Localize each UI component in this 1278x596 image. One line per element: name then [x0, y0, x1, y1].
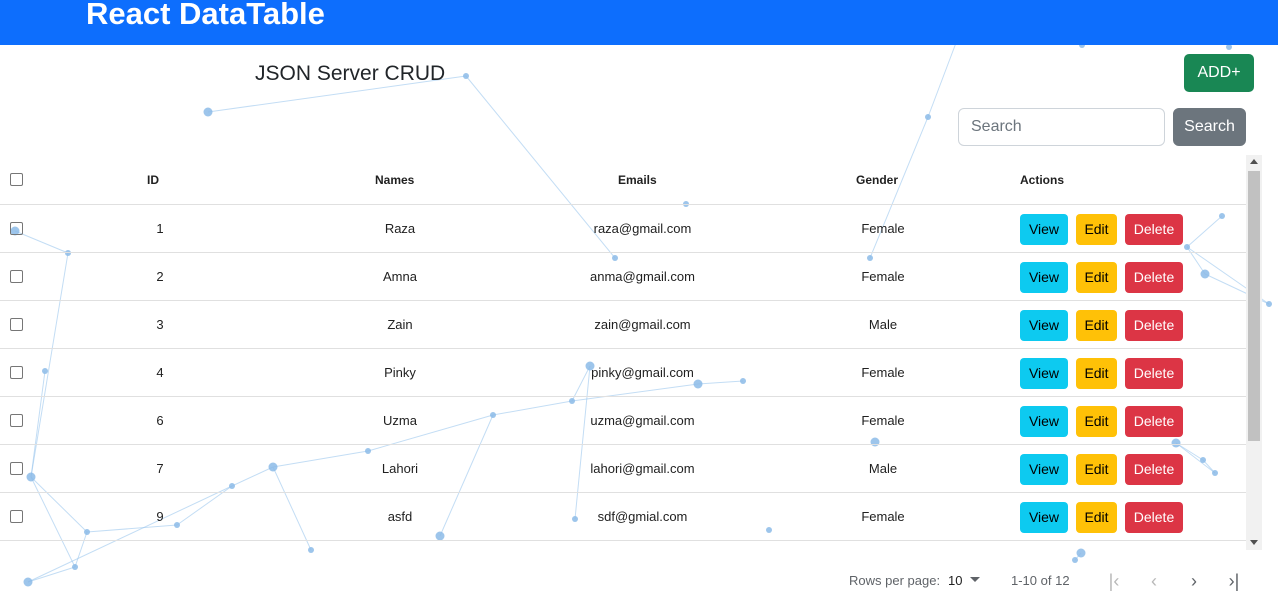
delete-button[interactable]: Delete [1125, 262, 1183, 293]
cell-email: pinky@gmail.com [591, 365, 694, 380]
cell-name: Uzma [383, 413, 417, 428]
scroll-down-icon[interactable] [1250, 540, 1258, 545]
first-page-icon[interactable]: |‹ [1099, 566, 1129, 596]
chevron-right-icon[interactable]: › [1179, 566, 1209, 596]
row-checkbox[interactable] [10, 510, 23, 523]
cell-gender: Female [861, 365, 905, 380]
table-row[interactable]: 6 Uzma uzma@gmail.com Female View Edit Delete [0, 397, 1246, 445]
cell-email: raza@gmail.com [593, 221, 692, 236]
add-button[interactable]: ADD+ [1184, 54, 1254, 92]
edit-button[interactable]: Edit [1076, 310, 1117, 341]
search-button[interactable]: Search [1173, 108, 1246, 146]
caret-down-icon[interactable] [970, 577, 980, 582]
view-button[interactable]: View [1020, 262, 1068, 293]
column-header-names[interactable]: Names [375, 155, 414, 205]
view-button[interactable]: View [1020, 310, 1068, 341]
cell-id: 4 [156, 365, 164, 380]
delete-button[interactable]: Delete [1125, 454, 1183, 485]
row-checkbox[interactable] [10, 414, 23, 427]
cell-email: sdf@gmial.com [597, 509, 688, 524]
delete-button[interactable]: Delete [1125, 214, 1183, 245]
cell-name: Pinky [384, 365, 416, 380]
column-header-emails[interactable]: Emails [618, 155, 657, 205]
particle-dot [1266, 301, 1272, 307]
particle-dot [463, 73, 469, 79]
delete-button[interactable]: Delete [1125, 406, 1183, 437]
cell-gender: Female [861, 413, 905, 428]
edit-button[interactable]: Edit [1076, 358, 1117, 389]
search-input[interactable] [958, 108, 1165, 146]
page-subtitle: JSON Server CRUD [255, 62, 446, 85]
cell-email: lahori@gmail.com [590, 461, 695, 476]
cell-email: anma@gmail.com [590, 269, 695, 284]
delete-button[interactable]: Delete [1125, 502, 1183, 533]
row-checkbox[interactable] [10, 462, 23, 475]
cell-id: 3 [156, 317, 164, 332]
delete-button[interactable]: Delete [1125, 310, 1183, 341]
cell-email: uzma@gmail.com [590, 413, 695, 428]
view-button[interactable]: View [1020, 406, 1068, 437]
row-checkbox[interactable] [10, 222, 23, 235]
view-button[interactable]: View [1020, 502, 1068, 533]
view-button[interactable]: View [1020, 358, 1068, 389]
table-header-row: ID Names Emails Gender Actions [0, 155, 1246, 205]
view-button[interactable]: View [1020, 454, 1068, 485]
particle-dot [925, 114, 931, 120]
cell-id: 9 [156, 509, 164, 524]
cell-id: 7 [156, 461, 164, 476]
app-header: React DataTable [0, 0, 1278, 45]
cell-gender: Female [861, 509, 905, 524]
column-header-actions: Actions [1020, 173, 1065, 187]
table-row[interactable]: 2 Amna anma@gmail.com Female View Edit Delete [0, 253, 1246, 301]
row-checkbox[interactable] [10, 270, 23, 283]
cell-gender: Female [861, 221, 905, 236]
data-table: ID Names Emails Gender Actions 1 Raza raza… [0, 155, 1262, 550]
table-row[interactable]: 3 Zain zain@gmail.com Male View Edit Delete [0, 301, 1246, 349]
table-row[interactable]: 4 Pinky pinky@gmail.com Female View Edit Delet… [0, 349, 1246, 397]
cell-name: asfd [387, 509, 413, 524]
pagination-bar: Rows per page: 10 1-10 of 12 |‹ ‹ › ›| [0, 550, 1278, 595]
pagination-range: 1-10 of 12 [1011, 573, 1070, 588]
table-row[interactable]: 7 Lahori lahori@gmail.com Male View Edit Delet… [0, 445, 1246, 493]
table-row-partial [0, 541, 1246, 550]
chevron-left-icon[interactable]: ‹ [1139, 566, 1169, 596]
edit-button[interactable]: Edit [1076, 214, 1117, 245]
table-row[interactable]: 9 asfd sdf@gmial.com Female View Edit Delete [0, 493, 1246, 541]
select-all-checkbox[interactable] [10, 173, 23, 186]
column-header-id[interactable]: ID [147, 155, 159, 205]
table-row[interactable]: 1 Raza raza@gmail.com Female View Edit Delete [0, 205, 1246, 253]
cell-gender: Female [861, 269, 905, 284]
cell-gender: Male [868, 317, 898, 332]
cell-id: 2 [156, 269, 164, 284]
view-button[interactable]: View [1020, 214, 1068, 245]
edit-button[interactable]: Edit [1076, 454, 1117, 485]
cell-id: 6 [156, 413, 164, 428]
cell-name: Zain [387, 317, 413, 332]
edit-button[interactable]: Edit [1076, 406, 1117, 437]
particle-dot [203, 107, 213, 117]
cell-name: Lahori [381, 461, 419, 476]
scroll-up-icon[interactable] [1250, 159, 1258, 164]
cell-email: zain@gmail.com [594, 317, 691, 332]
table-scrollbar[interactable] [1246, 155, 1262, 550]
edit-button[interactable]: Edit [1076, 502, 1117, 533]
cell-name: Raza [384, 221, 416, 236]
app-title: React DataTable [86, 0, 325, 31]
row-checkbox[interactable] [10, 366, 23, 379]
column-header-gender[interactable]: Gender [856, 155, 898, 205]
delete-button[interactable]: Delete [1125, 358, 1183, 389]
cell-gender: Male [868, 461, 898, 476]
row-checkbox[interactable] [10, 318, 23, 331]
edit-button[interactable]: Edit [1076, 262, 1117, 293]
cell-id: 1 [156, 221, 164, 236]
rows-per-page-label: Rows per page: [849, 573, 941, 588]
scrollbar-thumb[interactable] [1248, 171, 1260, 441]
cell-name: Amna [383, 269, 417, 284]
rows-per-page-select[interactable]: 10 [948, 573, 962, 588]
last-page-icon[interactable]: ›| [1219, 566, 1249, 596]
